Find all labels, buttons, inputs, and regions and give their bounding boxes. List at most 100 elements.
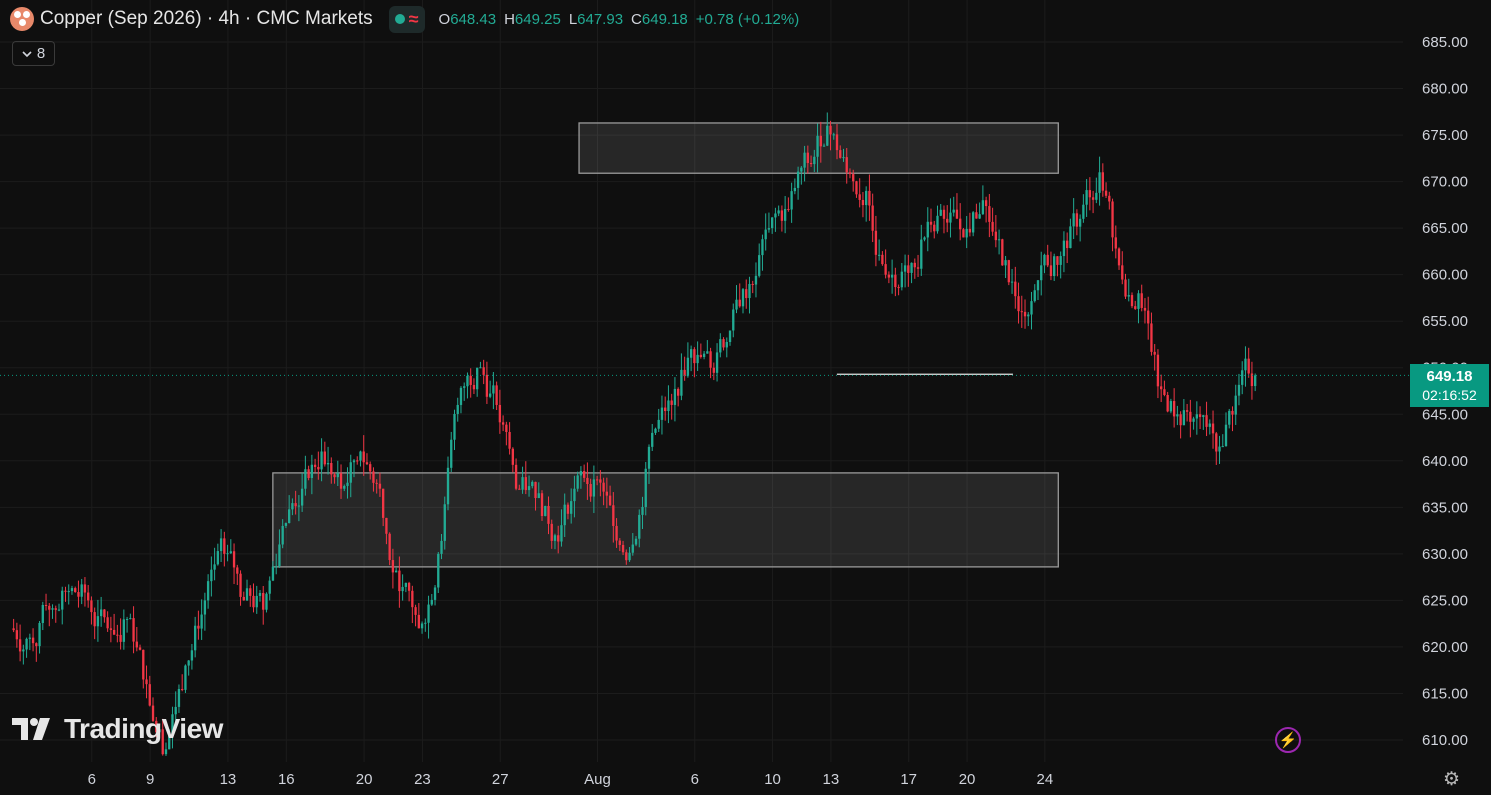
candle-body — [560, 525, 563, 542]
candle-body — [479, 367, 482, 369]
price-tick-label: 620.00 — [1422, 639, 1468, 656]
candle-body — [352, 460, 356, 463]
candle-body — [106, 617, 109, 629]
candle-body — [492, 385, 495, 394]
price-tick-label: 655.00 — [1422, 313, 1468, 330]
indicator-toggle-button[interactable]: 8 — [12, 41, 55, 66]
time-tick-label: Aug — [584, 771, 611, 788]
candle-body — [803, 152, 806, 168]
chart-grid — [0, 0, 1403, 762]
status-badges[interactable]: ≈ — [388, 5, 425, 33]
candle-body — [1040, 265, 1043, 281]
candle-body — [77, 592, 80, 597]
ohlc-values: O648.43 H649.25 L647.93 C649.18 +0.78 (+… — [438, 10, 800, 28]
candle-body — [1140, 293, 1143, 308]
candle-body — [307, 469, 310, 479]
time-tick-label: 24 — [1037, 771, 1054, 788]
candle-body — [550, 523, 553, 541]
candle-body — [1075, 213, 1079, 227]
candle-body — [1254, 375, 1257, 387]
last-price-value: 649.18 — [1426, 368, 1473, 385]
candle-body — [968, 228, 972, 233]
candle-body — [177, 688, 181, 707]
candlestick-chart[interactable]: 685.00 680.00 675.00 670.00 665.00 660.00 655.… — [0, 0, 1491, 795]
candle-body — [599, 479, 602, 483]
candle-body — [696, 354, 699, 364]
candle-body — [793, 187, 797, 192]
candle-body — [1189, 411, 1192, 422]
candle-body — [1179, 414, 1182, 426]
tradingview-logo[interactable]: TradingView — [12, 713, 223, 745]
candle-body — [926, 221, 929, 238]
candle-body — [735, 299, 738, 310]
candle-body — [673, 388, 677, 405]
candle-body — [897, 287, 900, 289]
candle-body — [595, 479, 599, 481]
candle-body — [511, 448, 515, 465]
candle-body — [375, 482, 378, 484]
candle-body — [433, 587, 437, 600]
candle-body — [573, 488, 576, 502]
candle-body — [984, 200, 988, 207]
candle-body — [582, 471, 586, 478]
candle-body — [1130, 295, 1134, 307]
candle-body — [644, 468, 647, 507]
candle-body — [1192, 418, 1195, 422]
indicator-count: 8 — [36, 45, 46, 62]
chevron-down-icon — [22, 50, 32, 57]
candle-body — [625, 552, 628, 561]
candle-body — [129, 618, 132, 620]
candle-body — [952, 209, 955, 213]
candle-body — [949, 212, 952, 223]
candle-body — [1198, 414, 1202, 417]
candle-body — [1117, 248, 1121, 266]
candle-body — [323, 451, 326, 465]
price-tick-label: 640.00 — [1422, 453, 1468, 470]
candle-body — [1020, 311, 1023, 313]
candle-body — [87, 592, 90, 601]
candle-body — [54, 608, 57, 610]
candle-body — [1185, 410, 1189, 412]
candle-body — [819, 135, 822, 147]
symbol-icon[interactable] — [10, 7, 34, 31]
candle-body — [787, 208, 790, 210]
candle-body — [184, 665, 187, 690]
candle-body — [430, 599, 433, 605]
time-tick-label: 6 — [691, 771, 699, 788]
candle-body — [187, 660, 190, 666]
candle-body — [621, 544, 625, 553]
candle-body — [1010, 281, 1014, 283]
candle-body — [213, 564, 216, 570]
candle-body — [1062, 240, 1066, 257]
candle-body — [845, 157, 848, 173]
candle-body — [346, 482, 349, 486]
market-open-dot-icon — [394, 14, 405, 24]
candle-body — [1072, 213, 1075, 227]
bolt-icon[interactable]: ⚡ — [1275, 727, 1301, 753]
candle-body — [767, 228, 771, 230]
candle-body — [1108, 195, 1111, 202]
candle-body — [1023, 311, 1027, 317]
candle-body — [1030, 301, 1033, 315]
candle-body — [1172, 401, 1176, 417]
candle-body — [83, 584, 87, 593]
time-tick-label: 23 — [414, 771, 431, 788]
candle-body — [226, 553, 229, 555]
candle-body — [38, 623, 41, 647]
symbol-title[interactable]: Copper (Sep 2026) · 4h · CMC Markets — [40, 8, 373, 30]
candle-body — [15, 630, 19, 640]
candle-body — [427, 604, 430, 623]
price-tick-label: 670.00 — [1422, 174, 1468, 191]
time-axis: 6 9 13 16 20 23 27 Aug 6 10 13 17 20 24 — [88, 771, 1054, 788]
candle-body — [1053, 256, 1056, 277]
candle-body — [592, 479, 596, 497]
candle-body — [48, 605, 51, 610]
time-tick-label: 17 — [900, 771, 917, 788]
time-tick-label: 10 — [764, 771, 781, 788]
candle-body — [651, 432, 654, 447]
gear-icon[interactable]: ⚙ — [1443, 768, 1460, 791]
candle-body — [262, 592, 265, 610]
candle-body — [450, 439, 453, 468]
candle-body — [913, 262, 916, 268]
candle-body — [534, 481, 537, 499]
